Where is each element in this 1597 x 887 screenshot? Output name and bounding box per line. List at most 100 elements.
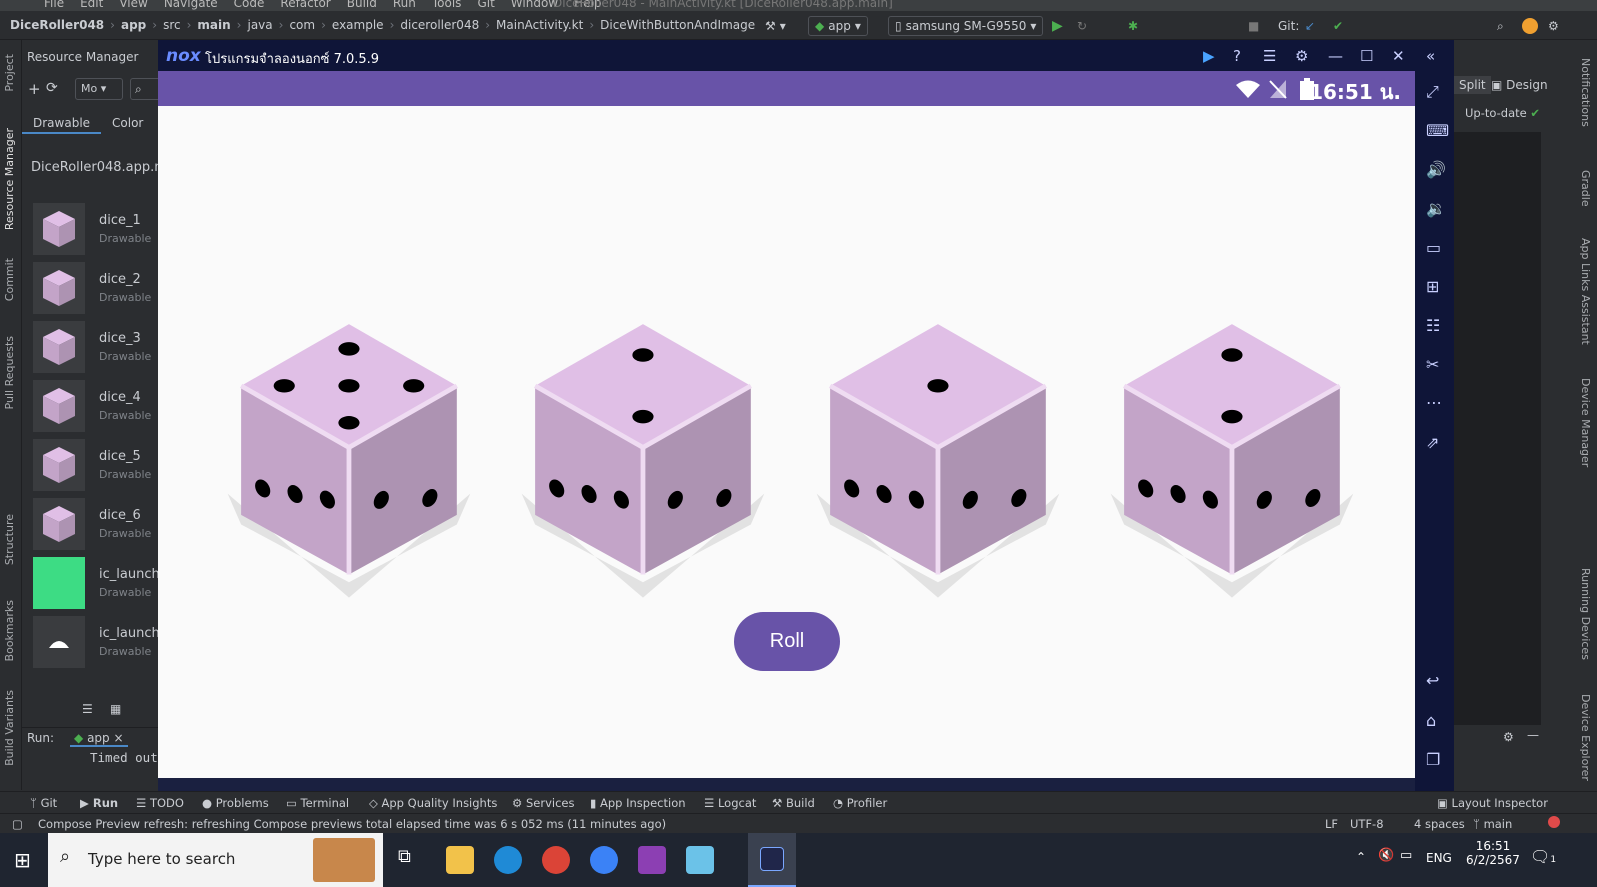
tool-window-run[interactable]: ▶ Run [80,796,118,810]
breadcrumb-item[interactable]: app [121,18,146,32]
resource-item[interactable]: dice_1 Drawable [31,200,162,258]
tool-window-build[interactable]: ⚒ Build [772,796,815,810]
notepad-icon[interactable] [686,846,714,874]
error-icon[interactable] [1548,816,1560,828]
device-dropdown[interactable]: ▯ samsung SM-G9550 ▾ [888,16,1044,36]
menu-item-git[interactable]: Git [477,0,494,10]
minimize-button[interactable]: — [1328,47,1343,65]
help-button[interactable]: ? [1233,47,1241,65]
menu-item-window[interactable]: Window [511,0,558,10]
device-explorer-tab[interactable]: Device Explorer [1579,694,1592,781]
rerun-button[interactable]: ↻ [1077,16,1087,36]
tool-window-terminal[interactable]: ▭ Terminal [286,796,349,810]
screen-button[interactable]: ▭ [1426,238,1441,257]
tool-window-problems[interactable]: ● Problems [202,796,269,810]
structure-tab[interactable]: Structure [3,514,16,565]
nox-taskbar-button[interactable] [748,833,796,887]
screenshot-button[interactable]: ✂ [1426,355,1439,374]
resource-item[interactable]: dice_3 Drawable [31,318,162,376]
bookmarks-tab[interactable]: Bookmarks [3,600,16,661]
resource-item[interactable]: dice_2 Drawable [31,259,162,317]
play-store-button[interactable]: ▶ [1203,47,1215,65]
tool-window-logcat[interactable]: ☰ Logcat [704,796,756,810]
menu-button[interactable]: ☰ [1263,47,1276,65]
tool-window-git[interactable]: ᛘ Git [30,796,57,810]
nox-settings-button[interactable]: ⚙ [1295,47,1308,65]
breadcrumb-item[interactable]: DiceRoller048 [10,18,104,32]
menu-item-code[interactable]: Code [234,0,265,10]
indent-setting[interactable]: 4 spaces [1414,817,1465,831]
menu-item-build[interactable]: Build [347,0,377,10]
run-button[interactable]: ▶ [1052,16,1063,36]
volume-down-button[interactable]: 🔉 [1426,199,1446,218]
settings-button[interactable]: ⚙ [1548,16,1559,36]
fullscreen-button[interactable]: ⤢ [1426,82,1439,102]
menu-item-view[interactable]: View [119,0,147,10]
project-tab[interactable]: Project [3,54,16,92]
breadcrumb-item[interactable]: example [332,18,384,32]
menu-item-file[interactable]: File [44,0,64,10]
breadcrumb-item[interactable]: main [197,18,230,32]
notifications-tab[interactable]: Notifications [1579,58,1592,127]
update-icon[interactable] [1522,18,1538,34]
build-variants-tab[interactable]: Build Variants [3,690,16,766]
edge-icon[interactable] [494,846,522,874]
keyboard-button[interactable]: ⌨ [1426,121,1449,140]
split-view-button[interactable]: Split [1454,76,1491,94]
breadcrumb-item[interactable]: diceroller048 [400,18,479,32]
more-button[interactable]: ⋯ [1426,393,1442,412]
breadcrumb-item[interactable]: DiceWithButtonAndImage [600,18,755,32]
file-encoding[interactable]: UTF-8 [1350,817,1384,831]
menu-item-tools[interactable]: Tools [432,0,462,10]
tool-window-todo[interactable]: ☰ TODO [136,796,184,810]
resource-manager-tab[interactable]: Resource Manager [3,128,16,230]
hammer-dropdown[interactable]: ⚒ ▾ [765,16,786,36]
volume-up-button[interactable]: 🔊 [1426,160,1446,179]
tab-drawable[interactable]: Drawable [22,114,102,134]
status-message[interactable]: Compose Preview refresh: refreshing Comp… [38,817,666,831]
file-explorer-icon[interactable] [446,846,474,874]
gear-icon[interactable]: ⚙ [1503,730,1514,744]
resource-item[interactable]: dice_6 Drawable [31,495,162,553]
run-config-dropdown[interactable]: ◆ app ▾ [808,16,868,36]
collapse-sidebar-button[interactable]: « [1426,47,1435,65]
git-update-button[interactable]: ↙ [1305,16,1315,36]
close-button[interactable]: ✕ [1392,47,1405,65]
network-icon[interactable]: ▭ [1400,848,1412,863]
search-everywhere-button[interactable]: ⌕ [1497,16,1504,36]
device-manager-tab[interactable]: Device Manager [1579,378,1592,467]
breadcrumb-item[interactable]: MainActivity.kt [496,18,583,32]
tool-window-services[interactable]: ⚙ Services [512,796,574,810]
resource-item[interactable]: ic_launche Drawable [31,554,168,612]
app-links-tab[interactable]: App Links Assistant [1579,238,1592,345]
roll-button[interactable]: Roll [734,612,840,671]
speaker-muted-icon[interactable]: 🔇 [1378,848,1394,863]
notification-center-button[interactable]: 🗨1 [1530,847,1556,866]
design-view-button[interactable]: ▣ Design [1491,78,1548,92]
menu-item-refactor[interactable]: Refactor [280,0,330,10]
breadcrumb-item[interactable]: com [289,18,315,32]
android-studio-icon[interactable] [590,846,618,874]
running-devices-tab[interactable]: Running Devices [1579,568,1592,660]
run-tab-app[interactable]: ◆ app × [70,731,128,747]
home-button[interactable]: ⌂ [1426,711,1436,730]
tool-window-app-quality-insights[interactable]: ◇ App Quality Insights [369,796,497,810]
grid-view-button[interactable]: ▦ [110,702,121,716]
line-separator[interactable]: LF [1325,817,1338,831]
task-view-button[interactable]: ⧉ [398,846,426,874]
commit-tab[interactable]: Commit [3,258,16,301]
tab-color[interactable]: Color [101,114,154,134]
maximize-button[interactable]: ☐ [1360,47,1373,65]
share-button[interactable]: ⇗ [1426,433,1439,452]
menu-item-navigate[interactable]: Navigate [164,0,218,10]
resource-item[interactable]: ic_launche Drawable [31,613,168,671]
back-button[interactable]: ↩ [1426,671,1439,690]
breadcrumb-item[interactable]: java [247,18,272,32]
resource-item[interactable]: dice_5 Drawable [31,436,162,494]
list-view-button[interactable]: ☰ [82,702,100,718]
module-dropdown[interactable]: Mo ▾ [75,78,123,100]
git-branch[interactable]: ᛘ main [1473,817,1512,831]
apk-install-button[interactable]: ⊞ [1426,277,1439,296]
breadcrumb-item[interactable]: src [163,18,181,32]
minimize-icon[interactable]: — [1527,728,1539,742]
